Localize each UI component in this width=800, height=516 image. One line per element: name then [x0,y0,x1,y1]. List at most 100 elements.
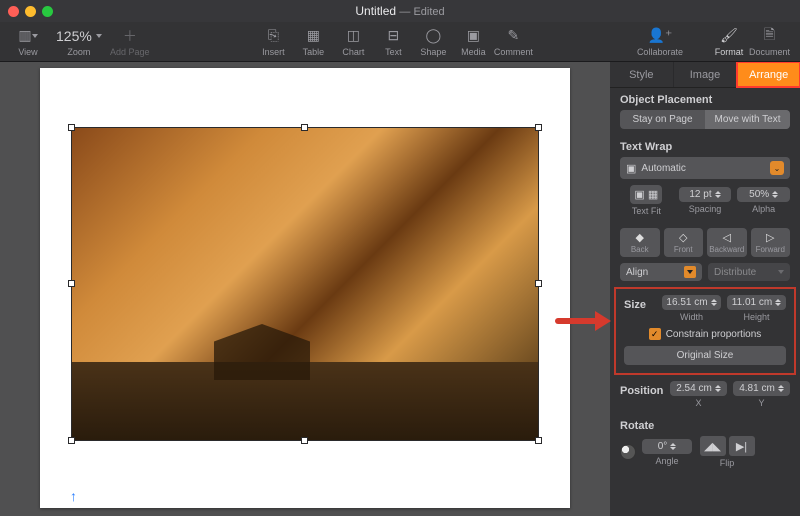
flip-v-icon: ▶| [736,440,747,453]
insert-button[interactable]: ⎘Insert [253,27,293,57]
rotate-title: Rotate [620,420,790,432]
text-wrap-title: Text Wrap [620,141,790,153]
section-text-wrap: Text Wrap ▣ Automatic ⌄ ▣ ▦ Text Fit 12 … [610,135,800,222]
size-title: Size [624,295,656,311]
flip-horizontal-button[interactable]: ◢◣ [700,436,726,456]
constrain-proportions-checkbox[interactable]: ✓ Constrain proportions [624,328,786,340]
text-wrap-value: Automatic [641,163,685,174]
media-icon: ▣ [467,27,480,45]
image-foreground-decoration [72,362,538,440]
brush-icon: 🖌 [720,27,738,45]
comment-button[interactable]: ✎Comment [493,27,533,57]
alpha-stepper[interactable]: 50% [737,187,790,202]
flip-vertical-button[interactable]: ▶| [729,436,755,456]
distribute-dropdown[interactable]: Distribute [708,263,790,281]
object-placement-title: Object Placement [620,94,790,106]
chevron-updown-icon: ⌄ [770,161,784,175]
inspector-tabs: Style Image Arrange [610,62,800,88]
text-fit-label: Text Fit [632,206,661,216]
document-button[interactable]: 🗎Document [749,27,790,57]
back-icon: ◆ [636,231,644,244]
chevron-down-icon [778,270,784,274]
text-fit-around-icon: ▣ [634,188,644,201]
layer-back-button[interactable]: ◆Back [620,228,660,257]
resize-handle-ml[interactable] [68,280,75,287]
zoom-value: 125% [56,27,102,45]
text-button[interactable]: ⊟Text [373,27,413,57]
zoom-button[interactable]: 125% Zoom [48,27,110,57]
title-text: Untitled [355,4,396,18]
angle-stepper[interactable]: 0° [642,439,692,454]
format-inspector: Style Image Arrange Object Placement Sta… [610,62,800,516]
align-dropdown[interactable]: Align [620,263,702,281]
width-stepper[interactable]: 16.51 cm [662,295,721,310]
y-label: Y [758,398,764,408]
table-icon: ▦ [307,27,320,45]
zoom-window-button[interactable] [42,6,53,17]
document-icon: 🗎 [764,27,775,45]
resize-handle-bl[interactable] [68,437,75,444]
height-stepper[interactable]: 11.01 cm [727,295,786,310]
document-title: Untitled — Edited [355,4,444,18]
chevron-down-icon [684,266,696,278]
sidebar-icon: ▥ [18,27,37,45]
comment-icon: ✎ [508,27,520,45]
flip-h-icon: ◢◣ [704,440,721,453]
resize-handle-bm[interactable] [301,437,308,444]
layer-backward-button[interactable]: ◁Backward [707,228,747,257]
forward-icon: ▷ [766,231,774,244]
rotation-wheel[interactable] [620,444,636,460]
shape-icon: ◯ [426,27,442,45]
table-button[interactable]: ▦Table [293,27,333,57]
minimize-window-button[interactable] [25,6,36,17]
title-status: — Edited [399,6,444,18]
view-button[interactable]: ▥ View [8,27,48,57]
front-icon: ◇ [679,231,687,244]
collaborate-icon: 👤⁺ [648,27,673,45]
collaborate-button[interactable]: 👤⁺Collaborate [637,27,683,57]
shape-button[interactable]: ◯Shape [413,27,453,57]
add-page-button[interactable]: ＋ Add Page [110,27,150,57]
section-layers: ◆Back ◇Front ◁Backward ▷Forward Align Di… [610,222,800,287]
position-y-stepper[interactable]: 4.81 cm [733,381,790,396]
canvas[interactable]: ↑ [0,62,610,516]
plus-icon: ＋ [123,27,137,45]
resize-handle-br[interactable] [535,437,542,444]
section-position: Position 2.54 cm X 4.81 cm Y [610,375,800,414]
text-fit-through-icon: ▦ [648,188,658,201]
close-window-button[interactable] [8,6,19,17]
resize-handle-tm[interactable] [301,124,308,131]
height-label: Height [743,312,769,322]
window-titlebar: Untitled — Edited [0,0,800,22]
insertion-cursor-icon: ↑ [70,488,77,504]
chart-button[interactable]: ◫Chart [333,27,373,57]
selected-image[interactable] [72,128,538,440]
tab-image[interactable]: Image [674,62,738,87]
text-icon: ⊟ [388,27,400,45]
tab-style[interactable]: Style [610,62,674,87]
flip-label: Flip [720,458,735,468]
media-button[interactable]: ▣Media [453,27,493,57]
format-button[interactable]: 🖌Format [709,27,749,57]
seg-move-with-text[interactable]: Move with Text [705,110,790,129]
layer-forward-button[interactable]: ▷Forward [751,228,791,257]
width-label: Width [680,312,703,322]
tab-arrange[interactable]: Arrange [737,62,800,87]
text-fit-options[interactable]: ▣ ▦ [630,185,662,204]
layer-front-button[interactable]: ◇Front [664,228,704,257]
original-size-button[interactable]: Original Size [624,346,786,365]
chart-icon: ◫ [347,27,360,45]
spacing-label: Spacing [689,204,722,214]
window-controls [8,6,53,17]
resize-handle-mr[interactable] [535,280,542,287]
text-wrap-dropdown[interactable]: ▣ Automatic ⌄ [620,157,790,179]
position-x-stepper[interactable]: 2.54 cm [670,381,727,396]
resize-handle-tr[interactable] [535,124,542,131]
spacing-stepper[interactable]: 12 pt [679,187,732,202]
resize-handle-tl[interactable] [68,124,75,131]
annotation-arrow [555,311,611,331]
document-page[interactable]: ↑ [40,68,570,508]
seg-stay-on-page[interactable]: Stay on Page [620,110,705,129]
section-size: Size 16.51 cm Width 11.01 cm Height ✓ Co… [614,287,796,375]
alpha-label: Alpha [752,204,775,214]
